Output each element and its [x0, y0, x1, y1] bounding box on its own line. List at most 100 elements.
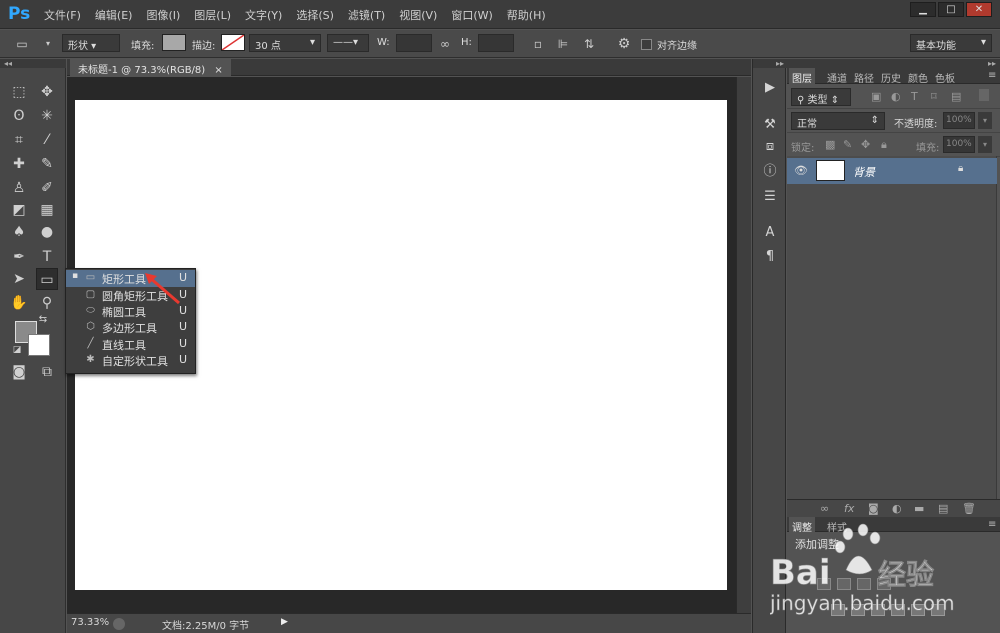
tool-preset-icon[interactable]: ▭	[14, 36, 30, 52]
align-edges-checkbox[interactable]	[641, 39, 652, 50]
menu-select[interactable]: 选择(S)	[296, 7, 334, 23]
layer-name[interactable]: 背景	[853, 164, 875, 180]
menu-image[interactable]: 图像(I)	[146, 7, 180, 23]
stroke-size-select[interactable]: 30 点 ▾	[249, 34, 321, 52]
link-layers-icon[interactable]: ∞	[820, 502, 829, 515]
status-info-icon[interactable]	[113, 618, 125, 630]
lock-all-icon[interactable]: 🔒︎	[881, 138, 887, 152]
minimize-icon[interactable]: ▁	[910, 2, 936, 17]
screen-mode-icon[interactable]: ⧉	[36, 361, 58, 383]
panel-menu-icon[interactable]: ≡	[985, 68, 999, 84]
vertical-scrollbar[interactable]	[736, 77, 751, 613]
type-tool-icon[interactable]: T	[36, 246, 58, 268]
play-action-icon[interactable]: ▶	[759, 78, 781, 98]
eraser-tool-icon[interactable]: ◩	[8, 199, 30, 221]
filter-smart-icon[interactable]: ▤	[951, 90, 961, 103]
opacity-dropdown-icon[interactable]: ▾	[978, 112, 992, 129]
adjustment-layer-icon[interactable]: ◐	[892, 502, 902, 515]
tab-swatches[interactable]: 色板	[932, 68, 958, 85]
layer-row[interactable]: 👁︎ 背景 🔒︎	[787, 158, 997, 184]
zoom-level[interactable]: 73.33%	[71, 617, 109, 628]
maximize-icon[interactable]: □	[938, 2, 964, 17]
tool-presets-icon[interactable]: ⚒	[759, 115, 781, 135]
zoom-tool-icon[interactable]: ⚲	[36, 292, 58, 314]
menu-view[interactable]: 视图(V)	[399, 7, 437, 23]
gradient-tool-icon[interactable]: ▦	[36, 199, 58, 221]
clone-source-icon[interactable]: ⧈	[759, 137, 781, 157]
healing-brush-icon[interactable]: ✚	[8, 153, 30, 175]
delete-layer-icon[interactable]: 🗑︎	[962, 502, 976, 515]
blur-tool-icon[interactable]: ♠	[8, 221, 30, 243]
filter-shape-icon[interactable]: ⌑	[931, 90, 937, 103]
blend-mode-select[interactable]: 正常 ⇕	[791, 112, 885, 130]
lasso-tool-icon[interactable]: ʘ	[8, 105, 30, 127]
close-window-icon[interactable]: ✕	[966, 2, 992, 17]
hand-tool-icon[interactable]: ✋	[8, 292, 30, 314]
quick-mask-icon[interactable]: ◙	[8, 361, 30, 383]
filter-toggle[interactable]	[979, 89, 989, 101]
gear-icon[interactable]: ⚙	[616, 36, 632, 52]
flyout-item-custom-shape[interactable]: ✱ 自定形状工具 U	[66, 352, 195, 369]
eyedropper-icon[interactable]: ⁄	[36, 129, 58, 151]
menu-window[interactable]: 窗口(W)	[451, 7, 492, 23]
expand-icon[interactable]: ▸▸	[753, 59, 787, 68]
fill-swatch[interactable]	[162, 34, 186, 51]
chevron-down-icon[interactable]: ▾	[40, 36, 56, 52]
paragraph-icon[interactable]: ¶	[759, 247, 781, 267]
flyout-item-line[interactable]: ╱ 直线工具 U	[66, 336, 195, 353]
info-icon[interactable]: ⓘ	[759, 162, 781, 182]
pen-tool-icon[interactable]: ✒	[8, 246, 30, 268]
marquee-tool-icon[interactable]: ⬚	[8, 81, 30, 103]
panel-collapse-icon[interactable]: ▸▸	[787, 59, 1000, 68]
flyout-item-polygon[interactable]: ⬡ 多边形工具 U	[66, 319, 195, 336]
lock-position-icon[interactable]: ✥	[861, 138, 870, 151]
filter-type-select[interactable]: ⚲ 类型 ⇕	[791, 88, 851, 106]
tab-color[interactable]: 颜色	[905, 68, 931, 85]
menu-help[interactable]: 帮助(H)	[507, 7, 546, 23]
fx-icon[interactable]: fx	[844, 502, 854, 515]
eye-icon[interactable]: 👁︎	[794, 164, 808, 177]
path-alignment-icon[interactable]: ⊫	[555, 36, 571, 52]
opacity-input[interactable]: 100%	[943, 112, 975, 129]
status-menu-icon[interactable]: ▶	[281, 617, 288, 627]
stroke-type-select[interactable]: ——▾	[327, 34, 369, 52]
tab-paths[interactable]: 路径	[851, 68, 877, 85]
path-operations-icon[interactable]: ▫	[530, 36, 546, 52]
workspace-select[interactable]: 基本功能 ▾	[910, 34, 992, 52]
menu-filter[interactable]: 滤镜(T)	[348, 7, 385, 23]
history-brush-icon[interactable]: ✐	[36, 177, 58, 199]
move-tool-icon[interactable]: ✥	[36, 81, 58, 103]
menu-type[interactable]: 文字(Y)	[245, 7, 282, 23]
new-group-icon[interactable]: ▬	[914, 502, 924, 515]
new-layer-icon[interactable]: ▤	[938, 502, 948, 515]
properties-icon[interactable]: ☰	[759, 187, 781, 207]
height-input[interactable]	[478, 34, 514, 52]
menu-file[interactable]: 文件(F)	[44, 7, 81, 23]
link-icon[interactable]: ∞	[437, 36, 453, 52]
tab-layers[interactable]: 图层	[789, 68, 815, 85]
path-arrangement-icon[interactable]: ⇅	[581, 36, 597, 52]
dodge-tool-icon[interactable]: ●	[36, 221, 58, 243]
fill-input[interactable]: 100%	[943, 136, 975, 153]
lock-image-icon[interactable]: ✎	[843, 138, 852, 151]
fill-dropdown-icon[interactable]: ▾	[978, 136, 992, 153]
filter-adjust-icon[interactable]: ◐	[891, 90, 901, 103]
width-input[interactable]	[396, 34, 432, 52]
filter-type-icon[interactable]: T	[911, 90, 918, 103]
tab-history[interactable]: 历史	[878, 68, 904, 85]
menu-layer[interactable]: 图层(L)	[194, 7, 231, 23]
path-select-icon[interactable]: ➤	[8, 268, 30, 290]
collapse-icon[interactable]: ◂◂	[0, 59, 66, 68]
close-tab-icon[interactable]: ×	[214, 65, 222, 76]
swap-colors-icon[interactable]: ⇆	[36, 313, 50, 327]
filter-pixel-icon[interactable]: ▣	[871, 90, 881, 103]
character-icon[interactable]: A	[759, 223, 781, 243]
add-mask-icon[interactable]: ◙	[868, 502, 879, 515]
document-tab[interactable]: 未标题-1 @ 73.3%(RGB/8) ×	[70, 59, 231, 76]
magic-wand-icon[interactable]: ✳	[36, 105, 58, 127]
default-colors-icon[interactable]: ◪	[10, 343, 24, 357]
stroke-swatch[interactable]	[221, 34, 245, 51]
brush-tool-icon[interactable]: ✎	[36, 153, 58, 175]
menu-edit[interactable]: 编辑(E)	[95, 7, 133, 23]
lock-transparent-icon[interactable]: ▩	[825, 138, 835, 151]
